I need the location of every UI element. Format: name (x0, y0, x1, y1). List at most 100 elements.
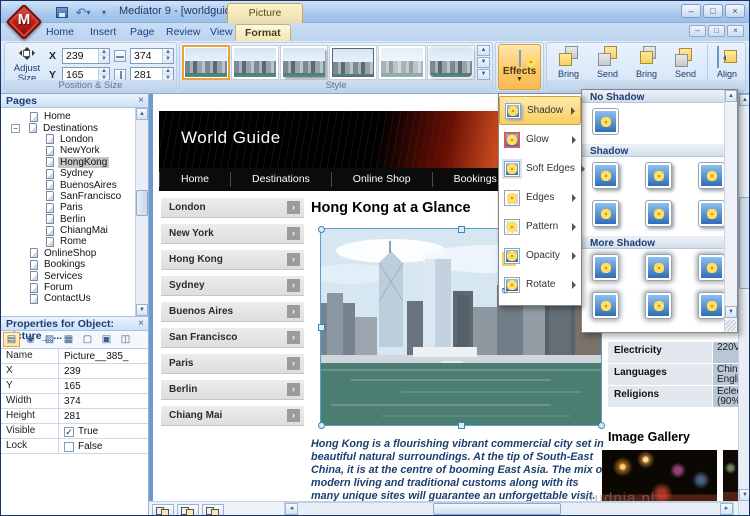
style-thumbnail[interactable] (231, 45, 279, 80)
spinner-arrows[interactable]: ▲ ▼ (98, 49, 109, 63)
city-menu-item[interactable]: Sydney › (161, 276, 304, 296)
checkbox-icon[interactable] (64, 441, 74, 452)
gallery-scroll-down-button[interactable]: ▼ (477, 57, 490, 68)
property-value[interactable]: 281 (59, 409, 148, 423)
checkbox-icon[interactable] (64, 426, 74, 437)
doc-close-button[interactable]: × (727, 25, 744, 37)
property-value[interactable]: 374 (59, 394, 148, 408)
page-heading-object[interactable]: Hong Kong at a Glance (311, 200, 471, 216)
tree-item[interactable]: − Berlin (1, 214, 148, 225)
maximize-button[interactable]: □ (703, 4, 723, 18)
tab-format[interactable]: Format (235, 24, 291, 41)
properties-display-icon[interactable]: ▢ (79, 332, 96, 347)
gallery-scroll-up-button[interactable]: ▲ (477, 45, 490, 56)
menu-item-opacity[interactable]: Opacity (499, 241, 581, 270)
city-menu-item[interactable]: London › (161, 198, 304, 218)
doc-minimize-button[interactable]: – (689, 25, 706, 37)
effects-button[interactable]: Effects ▼ (498, 44, 541, 90)
tree-item[interactable]: − Bookings (1, 259, 148, 270)
menu-item-pattern[interactable]: Pattern (499, 212, 581, 241)
effect-style-thumb[interactable] (592, 200, 619, 227)
property-value[interactable]: True (59, 424, 148, 438)
property-value[interactable]: False (59, 439, 148, 453)
menu-item-glow[interactable]: Glow (499, 125, 581, 154)
city-menu-item[interactable]: New York › (161, 224, 304, 244)
effect-style-thumb[interactable] (592, 254, 619, 281)
selection-handle[interactable] (318, 422, 325, 429)
tree-item[interactable]: − OnlineShop (1, 248, 148, 259)
close-icon[interactable]: × (138, 95, 144, 107)
tree-item[interactable]: − London (1, 134, 148, 145)
properties-general-icon[interactable]: ▤ (3, 332, 20, 347)
close-icon[interactable]: × (138, 318, 144, 330)
tree-item[interactable]: − ChiangMai (1, 225, 148, 236)
save-button[interactable] (53, 4, 71, 20)
width-input[interactable]: 374 ▲ ▼ (130, 48, 174, 64)
menu-item-shadow[interactable]: Shadow (499, 96, 581, 125)
tree-item[interactable]: − Rome (1, 236, 148, 247)
tree-item[interactable]: − Home (1, 111, 148, 122)
doc-restore-button[interactable]: □ (708, 25, 725, 37)
style-thumbnail[interactable] (280, 45, 328, 80)
tree-item[interactable]: − Forum (1, 282, 148, 293)
app-logo[interactable]: M (4, 2, 44, 42)
property-value[interactable]: 239 (59, 364, 148, 378)
style-thumbnail[interactable] (329, 45, 377, 80)
properties-picture-icon[interactable]: ▨ (41, 332, 58, 347)
style-thumbnail[interactable] (427, 45, 475, 80)
quick-access-menu-button[interactable]: ▾ (95, 4, 113, 20)
tree-item[interactable]: − BuenosAires (1, 179, 148, 191)
selection-handle[interactable] (598, 422, 605, 429)
contextual-tab-group-picture[interactable]: Picture (227, 3, 303, 23)
tree-item[interactable]: − Sydney (1, 168, 148, 179)
gallery-heading-object[interactable]: Image Gallery (608, 430, 690, 444)
effect-style-thumb[interactable] (645, 162, 672, 189)
tab-insert[interactable]: Insert (81, 24, 125, 41)
tree-item[interactable]: − HongKong (1, 156, 148, 168)
resize-grip-icon[interactable] (725, 320, 736, 331)
city-menu-item[interactable]: Berlin › (161, 380, 304, 400)
scrollbar-thumb[interactable] (739, 197, 749, 289)
spinner-arrows[interactable]: ▲ ▼ (162, 49, 173, 63)
tree-item[interactable]: − SanFrancisco (1, 191, 148, 202)
city-menu-item[interactable]: Hong Kong › (161, 250, 304, 270)
nav-item[interactable]: Home (159, 172, 230, 187)
effect-style-thumb[interactable] (698, 200, 725, 227)
info-table-row[interactable]: Religions Eclec (90% (608, 386, 749, 407)
effect-style-thumb[interactable] (698, 292, 725, 319)
selection-handle[interactable] (458, 422, 465, 429)
scroll-down-icon[interactable]: ▼ (725, 306, 737, 318)
scrollbar-thumb[interactable] (136, 190, 148, 216)
nav-item[interactable]: Online Shop (330, 172, 432, 187)
property-value[interactable]: 165 (59, 379, 148, 393)
scroll-up-icon[interactable]: ▲ (725, 90, 737, 102)
submenu-scrollbar[interactable]: ▲ ▼ (724, 90, 737, 332)
nav-item[interactable]: Destinations (230, 172, 331, 187)
city-menu-item[interactable]: San Francisco › (161, 328, 304, 348)
property-value[interactable]: Picture__385_ (59, 349, 148, 363)
close-button[interactable]: × (725, 4, 745, 18)
view-mode-button[interactable] (202, 503, 224, 515)
info-table-row[interactable]: Electricity 220V (608, 342, 749, 363)
city-menu-item[interactable]: Chiang Mai › (161, 406, 304, 426)
selection-handle[interactable] (318, 226, 325, 233)
tree-item[interactable]: − Destinations (1, 122, 148, 134)
scroll-up-icon[interactable]: ▲ (739, 94, 749, 106)
menu-item-edges[interactable]: Edges (499, 183, 581, 212)
canvas-horizontal-scrollbar[interactable]: ◂ ▸ (284, 502, 734, 515)
style-thumbnail[interactable] (182, 45, 230, 80)
scroll-down-icon[interactable]: ▼ (739, 489, 749, 501)
info-table-row[interactable]: Languages Chine Engli (608, 364, 749, 385)
body-text-object[interactable]: Hong Kong is a flourishing vibrant comme… (311, 438, 609, 503)
properties-colors-icon[interactable]: ▦ (60, 332, 77, 347)
effect-style-thumb[interactable] (698, 162, 725, 189)
scroll-down-icon[interactable]: ▼ (136, 304, 148, 316)
tree-item[interactable]: − Paris (1, 202, 148, 213)
effect-style-thumb[interactable] (592, 292, 619, 319)
minimize-button[interactable]: – (681, 4, 701, 18)
view-mode-button[interactable] (177, 503, 199, 515)
menu-item-soft-edges[interactable]: Soft Edges (499, 154, 585, 183)
menu-item-rotate[interactable]: Rotate (499, 270, 581, 299)
effect-style-thumb[interactable] (592, 162, 619, 189)
scrollbar-thumb[interactable] (433, 503, 561, 515)
